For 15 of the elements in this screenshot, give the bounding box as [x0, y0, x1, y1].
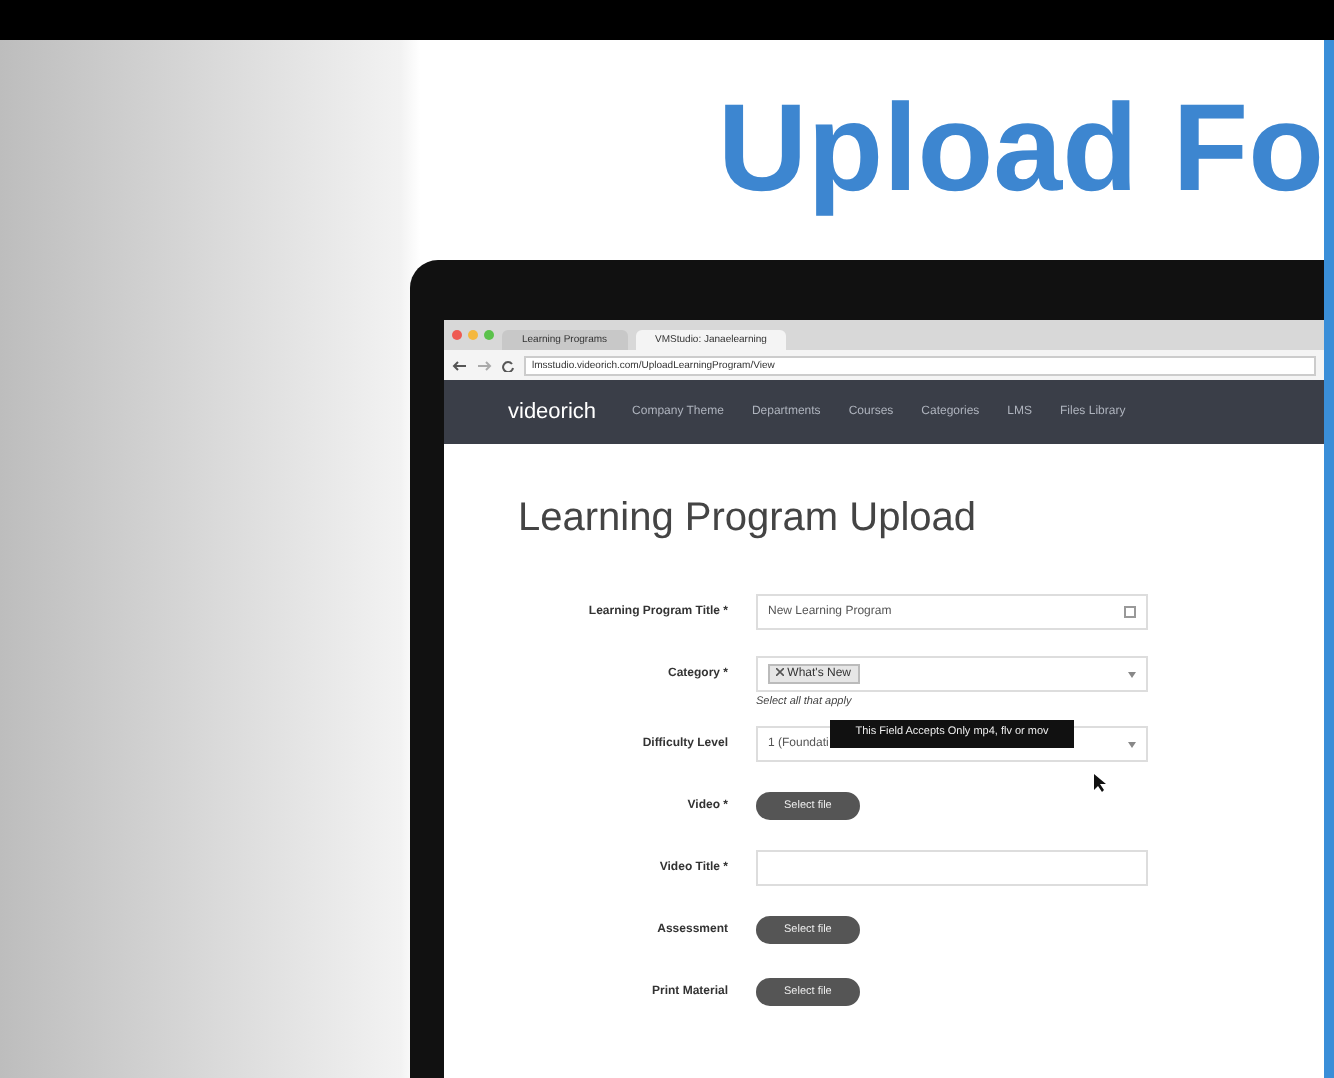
forward-icon[interactable] [476, 359, 492, 371]
close-dot-icon[interactable] [452, 330, 462, 340]
caret-icon[interactable] [1128, 741, 1136, 747]
back-icon[interactable] [452, 359, 468, 371]
slide-title: Upload Fo [717, 80, 1324, 220]
reload-icon[interactable] [500, 359, 516, 371]
caret-icon[interactable] [1128, 671, 1136, 677]
field-icon [1124, 606, 1136, 618]
brand-logo[interactable]: videorich [508, 400, 597, 424]
minimize-dot-icon[interactable] [468, 330, 478, 340]
text-field[interactable] [756, 850, 1148, 886]
maximize-dot-icon[interactable] [484, 330, 494, 340]
remove-icon[interactable] [776, 668, 784, 676]
page-heading: Learning Program Upload [518, 496, 979, 542]
cursor-icon [1094, 774, 1106, 792]
